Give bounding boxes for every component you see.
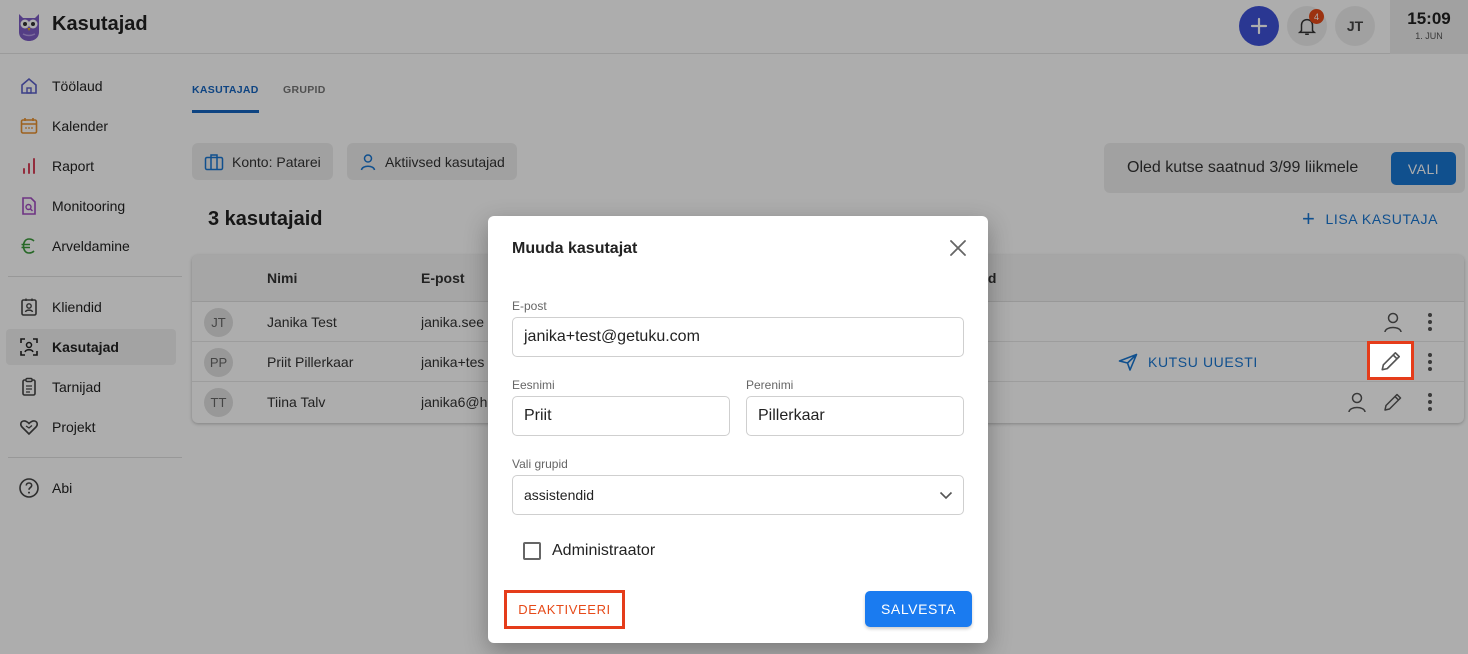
save-button[interactable]: SALVESTA [865,591,972,627]
last-name-field[interactable]: Pillerkaar [746,396,964,436]
last-name-label: Perenimi [746,378,794,392]
chevron-down-icon [939,491,953,500]
email-field[interactable]: janika+test@getuku.com [512,317,964,357]
email-label: E-post [512,299,547,313]
first-name-field[interactable]: Priit [512,396,730,436]
first-name-label: Eesnimi [512,378,555,392]
close-icon [950,240,966,256]
groups-select[interactable]: assistendid [512,475,964,515]
close-button[interactable] [946,236,970,260]
administrator-label: Administraator [552,542,656,559]
edit-user-dialog: Muuda kasutajat E-post janika+test@getuk… [488,216,988,643]
pencil-icon [1380,351,1400,371]
groups-select-value: assistendid [524,487,595,503]
edit-user-button[interactable] [1367,341,1414,380]
groups-label: Vali grupid [512,457,568,471]
dialog-title: Muuda kasutajat [512,240,638,257]
deactivate-button[interactable]: DEAKTIVEERI [504,590,625,629]
administrator-checkbox[interactable] [523,542,541,560]
